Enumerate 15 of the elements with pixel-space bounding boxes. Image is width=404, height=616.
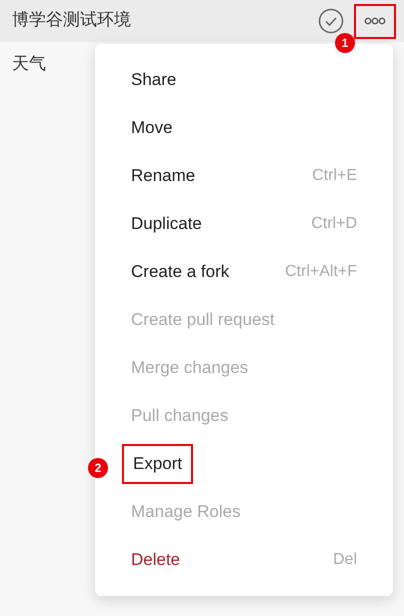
step-badge: 2: [88, 458, 108, 478]
shortcut-label: Del: [332, 550, 357, 570]
menu-item[interactable]: Move: [95, 104, 393, 152]
menu-item[interactable]: Create a fork Ctrl+Alt+F: [95, 248, 393, 296]
menu-item[interactable]: Delete Del: [95, 536, 393, 584]
check-circle-icon[interactable]: [318, 8, 344, 34]
more-icon: [364, 17, 386, 25]
shortcut-label: Ctrl+Alt+F: [284, 262, 357, 282]
more-button[interactable]: [354, 4, 396, 38]
menu-item[interactable]: Share: [95, 56, 393, 104]
menu-item[interactable]: Rename Ctrl+E: [95, 152, 393, 200]
shortcut-label: Ctrl+D: [311, 214, 357, 234]
workspace-title: 博学谷测试环境: [12, 9, 131, 32]
menu-item[interactable]: Duplicate Ctrl+D: [95, 200, 393, 248]
shortcut-label: Ctrl+E: [312, 166, 357, 186]
